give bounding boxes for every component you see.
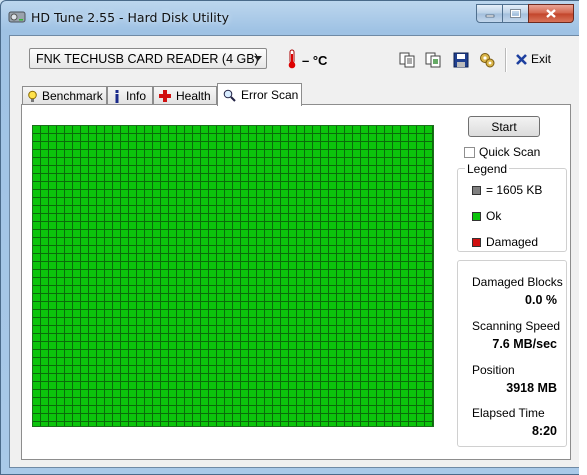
exit-button[interactable]: Exit	[515, 52, 551, 66]
exit-label: Exit	[531, 52, 552, 66]
tab-info[interactable]: Info	[107, 86, 153, 105]
drive-dropdown[interactable]: FNK TECHUSB CARD READER (4 GB)	[29, 48, 267, 69]
damaged-blocks-value: 0.0 %	[525, 293, 557, 307]
hard-disk-icon	[8, 10, 26, 24]
options-button[interactable]	[476, 50, 498, 70]
save-button[interactable]	[450, 50, 472, 70]
title-bar[interactable]: HD Tune 2.55 - Hard Disk Utility	[1, 1, 586, 35]
close-button[interactable]	[528, 4, 574, 23]
block-map-grid	[32, 125, 434, 427]
tab-benchmark[interactable]: Benchmark	[22, 86, 107, 105]
thermometer-icon	[287, 49, 297, 69]
gray-swatch-icon	[472, 185, 481, 195]
scanning-speed-label: Scanning Speed	[472, 319, 561, 333]
elapsed-time-value: 8:20	[531, 424, 557, 438]
position-label: Position	[472, 363, 515, 377]
legend-block-size: = 1605 KB	[472, 183, 542, 197]
drive-dropdown-value: FNK TECHUSB CARD READER (4 GB)	[36, 52, 259, 66]
chevron-down-icon	[254, 56, 262, 61]
copy-info-button[interactable]	[396, 50, 418, 70]
tab-error-scan[interactable]: Error Scan	[217, 83, 302, 106]
legend-ok: Ok	[472, 209, 501, 223]
green-swatch-icon	[472, 211, 481, 221]
quick-scan-checkbox[interactable]: Quick Scan	[464, 145, 540, 159]
tab-label: Info	[126, 89, 147, 103]
legend-label: = 1605 KB	[486, 183, 543, 197]
tab-label: Error Scan	[241, 88, 299, 102]
maximize-button[interactable]	[502, 4, 529, 23]
damaged-blocks-label: Damaged Blocks	[472, 275, 563, 289]
toolbar-separator	[505, 48, 507, 72]
save-icon	[453, 52, 469, 68]
close-icon	[546, 9, 556, 18]
scanning-speed-value: 7.6 MB/sec	[492, 337, 557, 351]
background-desktop-strip	[579, 0, 587, 475]
legend-label: Ok	[486, 209, 502, 223]
magnifier-icon	[223, 89, 236, 102]
legend-group: Legend = 1605 KB Ok Damaged	[457, 162, 567, 252]
error-scan-panel: Start Quick Scan Legend = 1605 KB Ok Dam…	[21, 104, 571, 460]
tab-label: Health	[176, 89, 211, 103]
legend-label: Damaged	[486, 235, 539, 249]
red-swatch-icon	[472, 237, 481, 247]
maximize-icon	[510, 9, 521, 18]
copy-info-icon	[399, 52, 415, 68]
legend-title: Legend	[465, 162, 510, 176]
minimize-button[interactable]	[476, 4, 503, 23]
copy-screenshot-icon	[425, 52, 441, 68]
temperature-readout: – °C	[302, 53, 328, 68]
window-title: HD Tune 2.55 - Hard Disk Utility	[31, 10, 230, 25]
info-icon	[113, 89, 121, 103]
health-cross-icon	[159, 90, 171, 102]
checkbox-box[interactable]	[464, 146, 475, 158]
legend-damaged: Damaged	[472, 235, 538, 249]
app-window: HD Tune 2.55 - Hard Disk Utility FNK TEC…	[0, 0, 587, 475]
statistics-group: Damaged Blocks 0.0 % Scanning Speed 7.6 …	[457, 260, 567, 447]
position-value: 3918 MB	[506, 381, 557, 395]
exit-x-icon	[516, 53, 527, 65]
minimize-icon	[485, 14, 494, 17]
lightbulb-icon	[28, 90, 37, 103]
copy-screenshot-button[interactable]	[422, 50, 444, 70]
tab-label: Benchmark	[42, 89, 103, 103]
tab-health[interactable]: Health	[153, 86, 217, 105]
elapsed-time-label: Elapsed Time	[472, 406, 545, 420]
client-area: FNK TECHUSB CARD READER (4 GB) – °C Exit	[9, 35, 580, 468]
start-button[interactable]: Start	[468, 116, 540, 137]
start-button-label: Start	[491, 119, 517, 134]
quick-scan-label: Quick Scan	[479, 145, 541, 159]
options-icon	[480, 53, 495, 68]
